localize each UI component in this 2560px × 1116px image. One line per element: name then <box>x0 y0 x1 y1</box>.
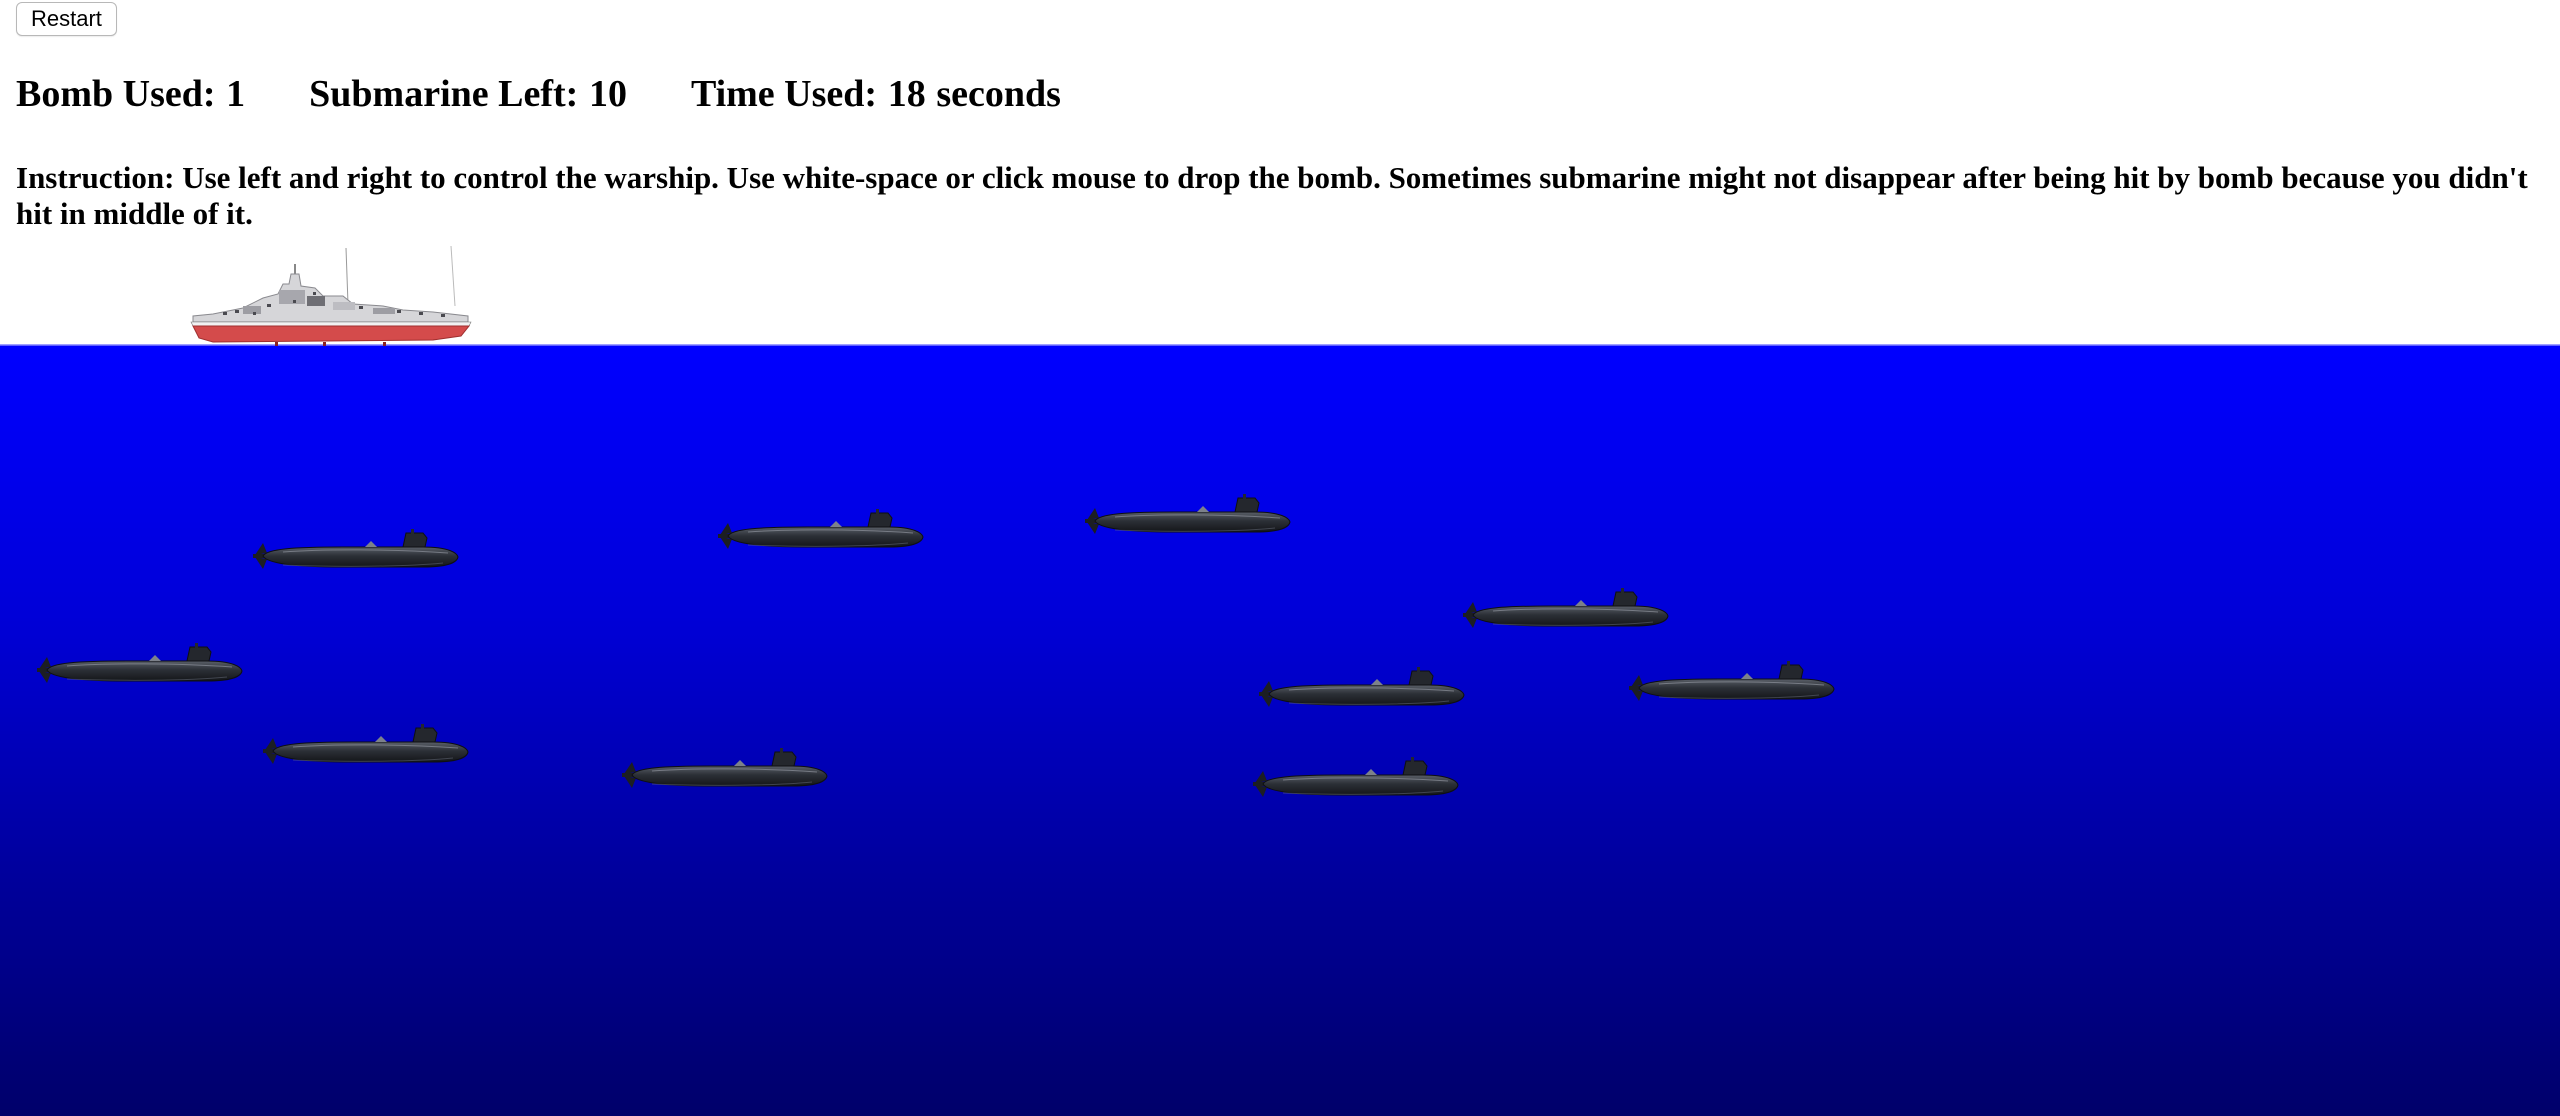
time-used-unit: seconds <box>936 73 1061 115</box>
time-used-label: Time Used: <box>690 73 878 115</box>
submarine-icon <box>718 509 924 550</box>
submarine-icon <box>1629 661 1835 702</box>
submarine-left-value: 10 <box>588 73 627 115</box>
submarine-icon <box>1463 588 1669 629</box>
submarine-icon <box>1259 667 1465 708</box>
instruction-text: Instruction: Use left and right to contr… <box>16 160 2528 231</box>
submarine-icon <box>263 724 469 765</box>
submarine-left-stat: Submarine Left: 10 <box>309 72 627 116</box>
bomb-used-stat: Bomb Used: 1 <box>16 72 245 116</box>
restart-button[interactable]: Restart <box>16 2 117 36</box>
submarine-icon <box>1085 494 1291 535</box>
time-used-value: 18 <box>887 73 926 115</box>
warship-icon[interactable] <box>183 246 475 346</box>
submarine-icon <box>253 529 459 570</box>
submarine-icon <box>622 748 828 789</box>
submarine-icon <box>1253 757 1459 798</box>
stats-bar: Bomb Used: 1 Submarine Left: 10 Time Used:… <box>16 72 1061 116</box>
bomb-used-value: 1 <box>226 73 246 115</box>
bomb-used-label: Bomb Used: <box>16 73 216 115</box>
submarine-icon <box>37 643 243 684</box>
submarine-left-label: Submarine Left: <box>309 73 579 115</box>
time-used-stat: Time Used: 18 seconds <box>691 72 1061 116</box>
